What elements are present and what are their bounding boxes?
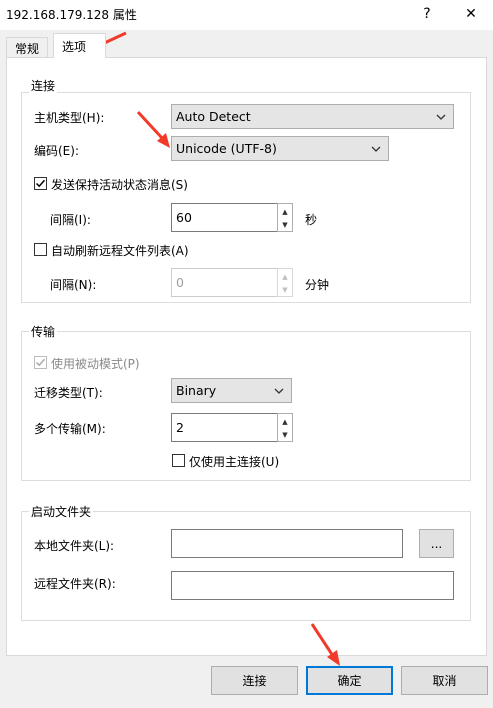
close-icon: ✕ xyxy=(465,6,477,22)
refresh-interval-spinner[interactable]: ▲ ▼ xyxy=(277,268,293,297)
keepalive-label[interactable]: 发送保持活动状态消息(S) xyxy=(51,176,188,193)
encoding-value: Unicode (UTF-8) xyxy=(176,141,277,156)
local-folder-input[interactable] xyxy=(171,529,403,558)
refresh-interval-input[interactable]: 0 xyxy=(171,268,278,297)
host-type-select[interactable]: Auto Detect xyxy=(171,104,454,129)
ok-button[interactable]: 确定 xyxy=(306,666,393,695)
remote-folder-label: 远程文件夹(R): xyxy=(34,577,116,591)
interval-label: 间隔(I): xyxy=(50,213,91,227)
main-connection-only-label[interactable]: 仅使用主连接(U) xyxy=(189,453,279,470)
host-type-value: Auto Detect xyxy=(176,109,251,124)
help-button[interactable]: ? xyxy=(407,2,447,26)
chevron-down-icon xyxy=(274,388,284,394)
main-connection-only-checkbox[interactable] xyxy=(172,454,185,467)
cancel-button[interactable]: 取消 xyxy=(401,666,488,695)
encoding-select[interactable]: Unicode (UTF-8) xyxy=(171,136,389,161)
transfer-group-title: 传输 xyxy=(29,323,58,340)
checkmark-icon xyxy=(35,179,46,188)
encoding-label: 编码(E): xyxy=(34,144,79,158)
local-folder-label: 本地文件夹(L): xyxy=(34,539,115,553)
spin-up-icon[interactable]: ▲ xyxy=(278,270,292,283)
transfer-type-label: 迁移类型(T): xyxy=(34,386,103,400)
startup-folder-group-title: 启动文件夹 xyxy=(29,503,94,520)
browse-local-folder-button[interactable]: ... xyxy=(419,529,454,558)
tab-general[interactable]: 常规 xyxy=(6,37,49,59)
interval-unit: 秒 xyxy=(305,213,318,227)
transfer-type-select[interactable]: Binary xyxy=(171,378,292,403)
auto-refresh-checkbox[interactable] xyxy=(34,243,47,256)
multi-transfer-input[interactable]: 2 xyxy=(171,413,278,442)
startup-folder-group xyxy=(21,511,471,621)
spin-down-icon[interactable]: ▼ xyxy=(278,283,292,296)
spin-up-icon[interactable]: ▲ xyxy=(278,415,292,428)
checkmark-icon xyxy=(35,358,46,367)
chevron-down-icon xyxy=(371,146,381,152)
keepalive-checkbox[interactable] xyxy=(34,177,47,190)
spin-up-icon[interactable]: ▲ xyxy=(278,205,292,218)
window-title: 192.168.179.128 属性 xyxy=(6,8,137,22)
spin-down-icon[interactable]: ▼ xyxy=(278,428,292,441)
interval-input[interactable]: 60 xyxy=(171,203,278,232)
close-button[interactable]: ✕ xyxy=(451,2,491,26)
auto-refresh-label[interactable]: 自动刷新远程文件列表(A) xyxy=(51,242,189,259)
connect-button[interactable]: 连接 xyxy=(211,666,298,695)
spin-down-icon[interactable]: ▼ xyxy=(278,218,292,231)
multi-transfer-spinner[interactable]: ▲ ▼ xyxy=(277,413,293,442)
refresh-interval-label: 间隔(N): xyxy=(50,278,97,292)
remote-folder-input[interactable] xyxy=(171,571,454,600)
transfer-type-value: Binary xyxy=(176,383,217,398)
multi-transfer-label: 多个传输(M): xyxy=(34,422,106,436)
passive-mode-checkbox[interactable] xyxy=(34,356,47,369)
interval-spinner[interactable]: ▲ ▼ xyxy=(277,203,293,232)
passive-mode-label: 使用被动模式(P) xyxy=(51,357,140,371)
host-type-label: 主机类型(H): xyxy=(34,111,105,125)
tab-options[interactable]: 选项 xyxy=(53,33,106,58)
connection-group-title: 连接 xyxy=(29,77,58,94)
title-bar: 192.168.179.128 属性 ? ✕ xyxy=(0,0,493,30)
refresh-interval-unit: 分钟 xyxy=(305,278,330,292)
chevron-down-icon xyxy=(436,114,446,120)
